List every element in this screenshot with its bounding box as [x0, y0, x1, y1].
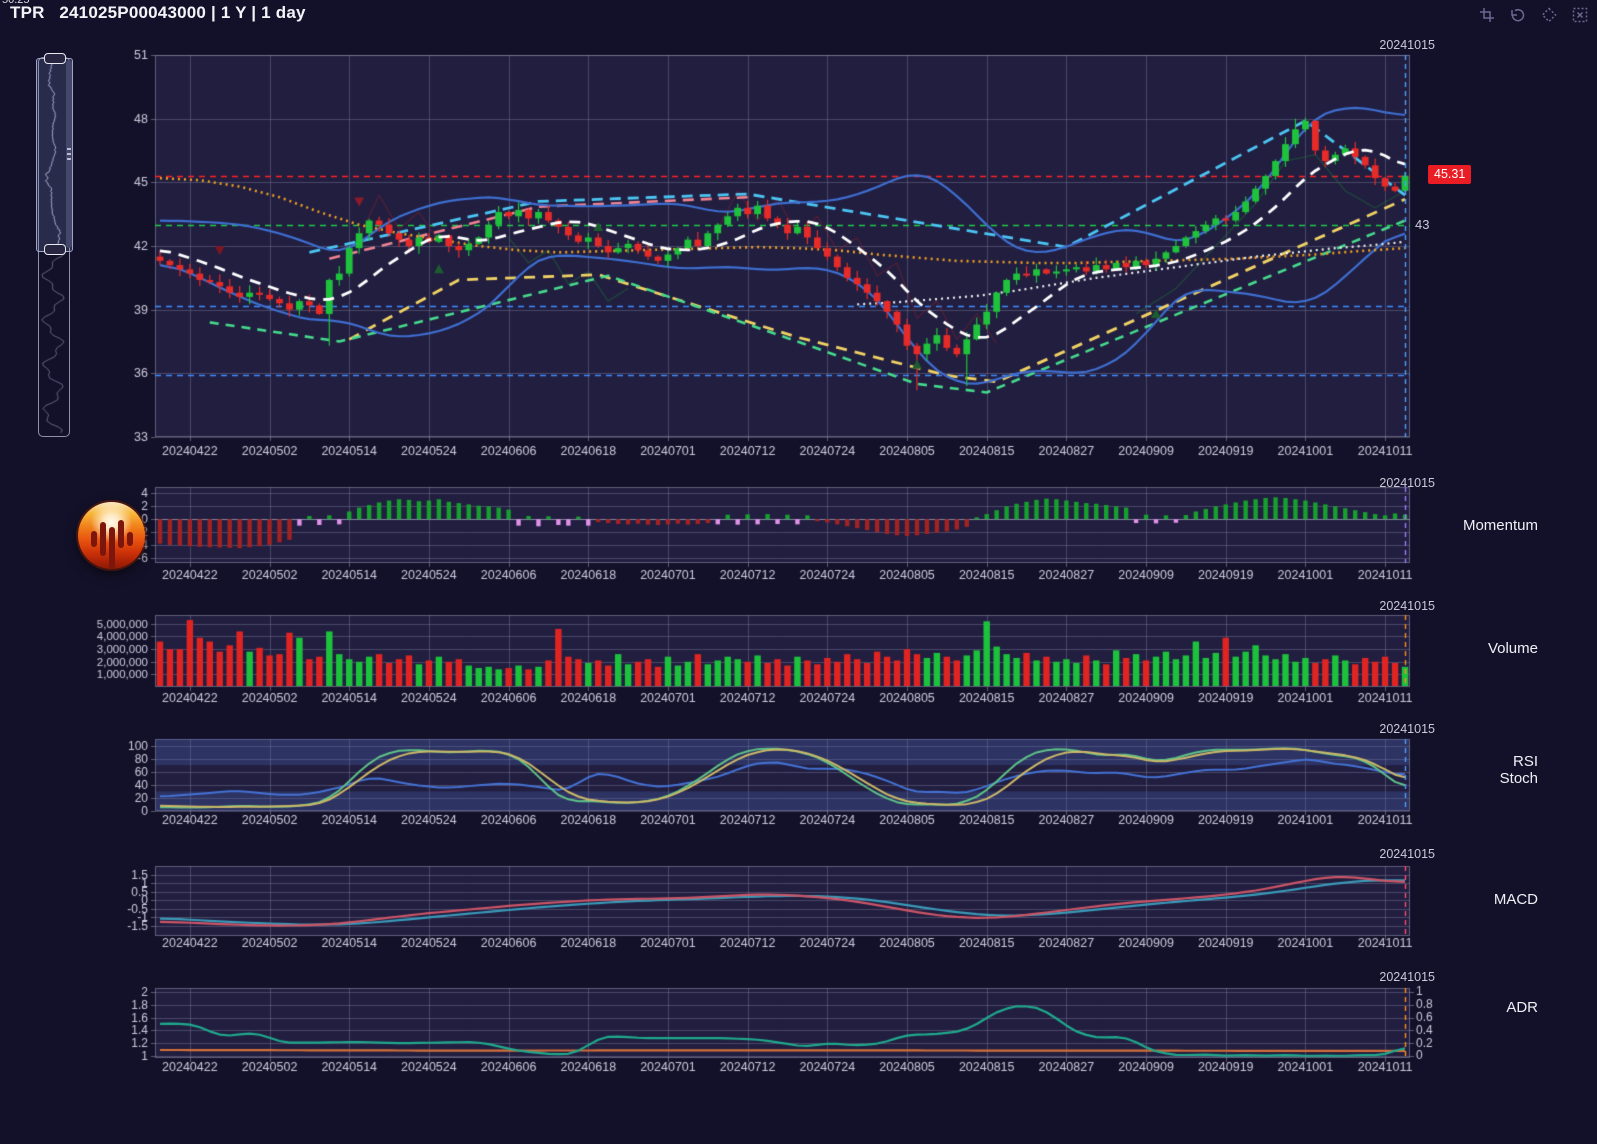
adr-panel-label: ADR — [1378, 999, 1538, 1016]
logo-waveform-bar — [100, 522, 106, 556]
charting-app: TPR 241025P00043000 | 1 Y | 1 day 50.25 … — [0, 0, 1597, 1144]
window-toolbar — [1478, 6, 1589, 24]
momentum-panel-label: Momentum — [1378, 517, 1538, 534]
logo-waveform-bar — [109, 527, 115, 569]
undo-icon[interactable] — [1509, 6, 1527, 24]
rsi-date-label: 20241015 — [1295, 722, 1435, 736]
page-title: TPR 241025P00043000 | 1 Y | 1 day — [10, 3, 306, 23]
minimap-scrollbar-grip[interactable] — [67, 148, 71, 163]
logo-waveform-bar — [118, 520, 124, 548]
stoch-label: Stoch — [1378, 770, 1538, 787]
clipped-price-label: 50.25 — [2, 0, 30, 6]
macd-panel-label: MACD — [1378, 891, 1538, 908]
rsi-stoch-panel-label: RSI Stoch — [1378, 753, 1538, 787]
rsi-label: RSI — [1378, 753, 1538, 770]
logo-waveform-bar — [127, 532, 133, 546]
volume-panel-label: Volume — [1378, 640, 1538, 657]
momentum-date-label: 20241015 — [1295, 476, 1435, 490]
region-select-icon[interactable] — [1540, 6, 1558, 24]
restore-view-icon[interactable] — [1478, 6, 1496, 24]
last-price-tag: 45.31 — [1428, 165, 1471, 184]
logo-waveform-bar — [91, 531, 97, 547]
clear-selection-icon[interactable] — [1571, 6, 1589, 24]
volume-date-label: 20241015 — [1295, 599, 1435, 613]
minimap-handle-bottom[interactable] — [44, 244, 66, 255]
minimap-handle-top[interactable] — [44, 53, 66, 64]
adr-date-label: 20241015 — [1295, 970, 1435, 984]
macd-date-label: 20241015 — [1295, 847, 1435, 861]
main-date-label: 20241015 — [1295, 38, 1435, 52]
app-logo — [78, 502, 145, 569]
strike-level-label: 43 — [1415, 217, 1429, 232]
